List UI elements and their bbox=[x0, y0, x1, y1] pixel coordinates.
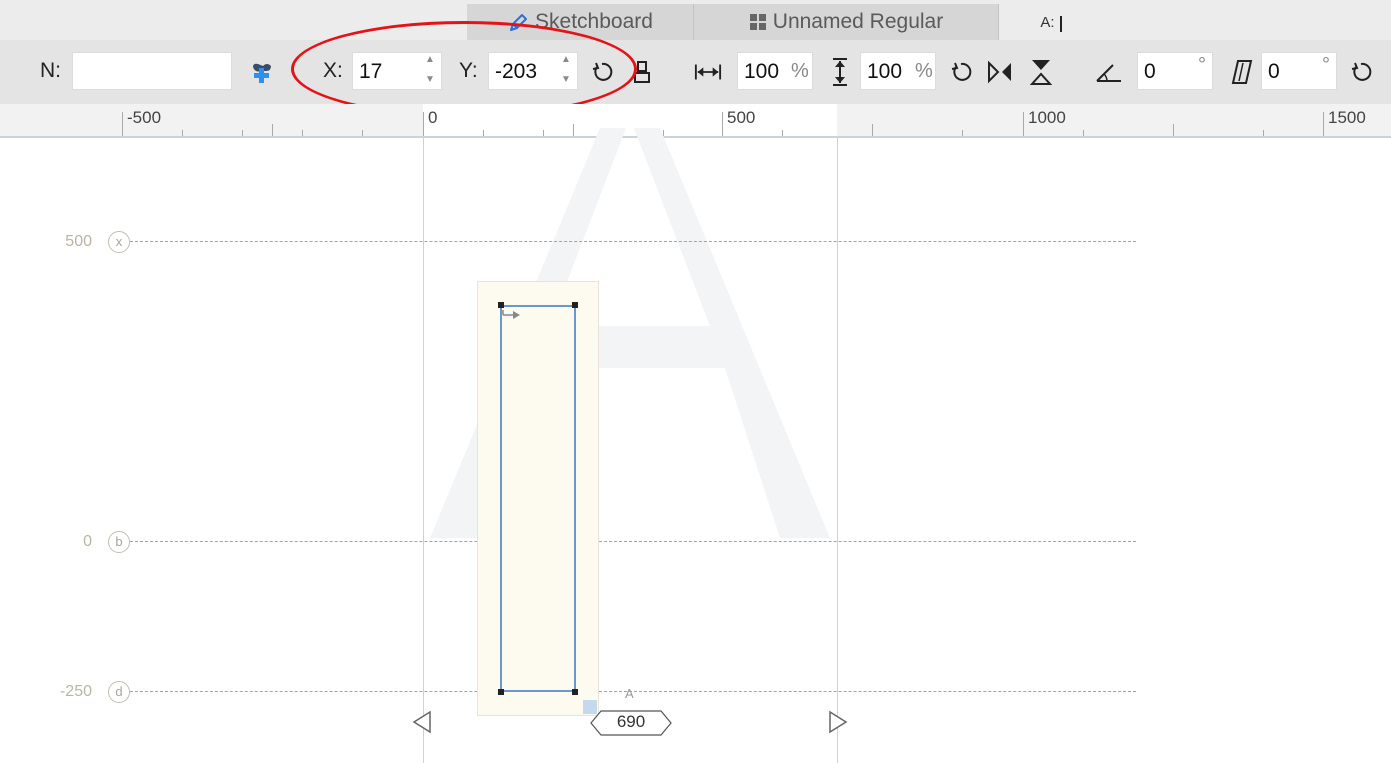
tab-label: Unnamed Regular bbox=[772, 10, 944, 33]
ruler-label: -500 bbox=[127, 108, 162, 127]
ruler-minor-tick bbox=[1083, 130, 1084, 136]
tab-bar: Sketchboard Unnamed Regular A: bbox=[0, 0, 1391, 40]
ruler-label: 0 bbox=[428, 108, 438, 127]
right-sidebearing-line bbox=[837, 138, 838, 763]
reset-rotation-icon[interactable] bbox=[1347, 58, 1375, 86]
tab-glyph[interactable]: A: bbox=[999, 4, 1103, 40]
contour-node[interactable] bbox=[498, 689, 504, 695]
grid-icon bbox=[749, 13, 767, 31]
ruler-minor-tick bbox=[182, 130, 183, 136]
right-sidebearing-arrow-icon[interactable] bbox=[827, 710, 849, 734]
contour-node[interactable] bbox=[572, 689, 578, 695]
ruler-tick bbox=[1323, 112, 1324, 136]
glyph-contour[interactable] bbox=[500, 305, 576, 692]
flip-horizontal-icon[interactable] bbox=[986, 58, 1014, 86]
ruler-minor-tick bbox=[272, 124, 273, 136]
ruler-label: 1000 bbox=[1028, 108, 1066, 127]
tab-label: A: bbox=[1040, 13, 1055, 31]
ruler-minor-tick bbox=[242, 130, 243, 136]
advance-width-value[interactable]: 690 bbox=[591, 709, 671, 735]
name-field[interactable] bbox=[72, 52, 232, 90]
ruler-label: 1500 bbox=[1328, 108, 1366, 127]
ruler-minor-tick bbox=[1173, 124, 1174, 136]
text-cursor bbox=[1059, 16, 1062, 32]
slant-unit: ° bbox=[1322, 54, 1330, 76]
ruler-minor-tick bbox=[362, 130, 363, 136]
angle-unit: ° bbox=[1198, 54, 1206, 76]
name-label: N: bbox=[40, 59, 61, 82]
metric-value: -250 bbox=[59, 683, 92, 700]
contour-direction-arrow-icon bbox=[502, 310, 520, 319]
height-icon bbox=[826, 58, 854, 86]
metric-key-badge[interactable]: d bbox=[108, 681, 130, 703]
add-component-icon[interactable] bbox=[248, 58, 276, 86]
left-sidebearing-line bbox=[423, 138, 424, 763]
ruler-tick bbox=[1023, 112, 1024, 136]
ruler-tick bbox=[122, 112, 123, 136]
glyph-canvas[interactable]: 500 x 0 b -250 d A 690 bbox=[0, 128, 1391, 763]
ruler-minor-tick bbox=[1263, 130, 1264, 136]
baseline-line bbox=[130, 541, 1136, 542]
flip-vertical-icon[interactable] bbox=[1027, 58, 1055, 86]
ruler-minor-tick bbox=[302, 130, 303, 136]
rotate-angle-icon bbox=[1095, 58, 1123, 86]
ruler-minor-tick bbox=[962, 130, 963, 136]
highlight-ellipse bbox=[291, 21, 637, 117]
contour-node[interactable] bbox=[498, 302, 504, 308]
ruler-label: 500 bbox=[727, 108, 756, 127]
width-unit: % bbox=[791, 60, 809, 82]
metric-key-badge[interactable]: b bbox=[108, 531, 130, 553]
transform-toolbar: N: X: 17 ▲▼ Y: -203 ▲▼ 100 % 100 % 0 ° bbox=[0, 40, 1391, 104]
metric-value: 0 bbox=[83, 533, 92, 550]
left-sidebearing-arrow-icon[interactable] bbox=[411, 710, 433, 734]
tab-font[interactable]: Unnamed Regular bbox=[694, 4, 999, 40]
height-unit: % bbox=[915, 60, 933, 82]
contour-node[interactable] bbox=[572, 302, 578, 308]
metric-value: 500 bbox=[65, 233, 92, 250]
reset-scale-icon[interactable] bbox=[947, 58, 975, 86]
x-height-line bbox=[130, 241, 1136, 242]
metric-key-badge[interactable]: x bbox=[108, 231, 130, 253]
width-icon bbox=[694, 58, 722, 86]
slant-icon bbox=[1228, 58, 1256, 86]
glyph-corner-label: A bbox=[625, 686, 634, 701]
ruler-minor-tick bbox=[872, 124, 873, 136]
